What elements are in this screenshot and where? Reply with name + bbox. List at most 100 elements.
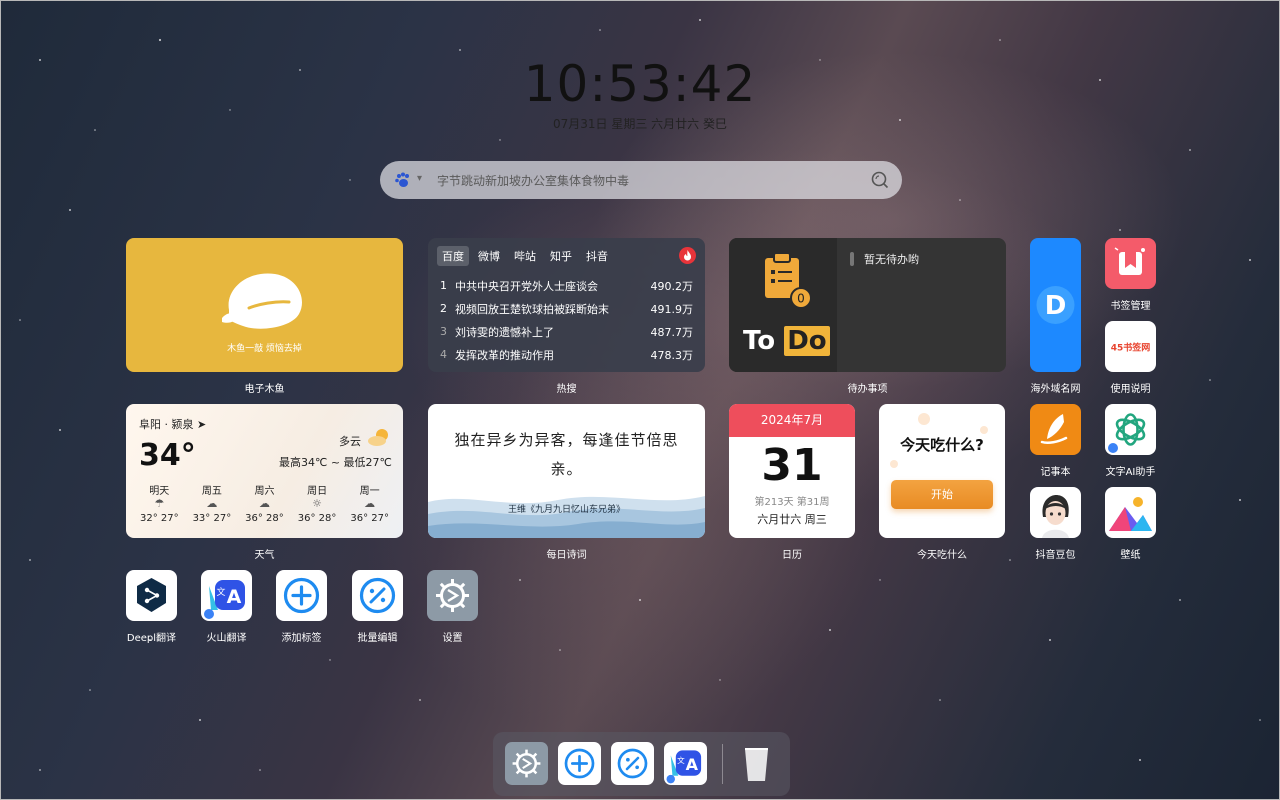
forecast-temps: 36° 28° <box>245 513 284 524</box>
todo-logo: To Do <box>743 326 830 356</box>
hot-item[interactable]: 2 视频回放王楚钦球拍被踩断始末 491.9万 <box>440 297 693 320</box>
tab-weibo[interactable]: 微博 <box>473 246 505 266</box>
hot-title: 中共中央召开党外人士座谈会 <box>455 279 598 293</box>
todo-empty-text: 暂无待办哟 <box>864 253 919 266</box>
todo-label: 待办事项 <box>847 384 888 395</box>
plus-circle-icon <box>283 577 320 614</box>
hot-rank: 2 <box>440 302 447 315</box>
wallpaper-icon <box>1109 497 1152 531</box>
hot-title: 发挥改革的推动作用 <box>455 348 554 362</box>
hot-item[interactable]: 3 刘诗雯的遗憾补上了 487.7万 <box>440 320 693 343</box>
app-label: 书签管理 <box>1110 301 1151 312</box>
app-label: 海外域名网 <box>1030 384 1081 395</box>
tab-baidu[interactable]: 百度 <box>437 246 469 266</box>
forecast-temps: 36° 27° <box>350 513 389 524</box>
search-input[interactable] <box>435 169 859 193</box>
app-label: 添加标签 <box>281 633 322 644</box>
app-doubao[interactable] <box>1030 487 1081 538</box>
weather-label: 天气 <box>254 550 275 561</box>
hot-count: 478.3万 <box>650 348 694 362</box>
calendar-label: 日历 <box>782 550 802 561</box>
calendar-lunar: 六月廿六 周三 <box>757 513 827 526</box>
app-wallpaper[interactable] <box>1105 487 1156 538</box>
doubao-avatar-icon <box>1042 495 1069 538</box>
eat-label: 今天吃什么 <box>917 550 967 561</box>
app-label: 批量编辑 <box>357 633 398 644</box>
tab-douyin[interactable]: 抖音 <box>581 246 613 266</box>
forecast-day: 周一 ☁ 36° 27° <box>343 482 396 524</box>
partly-cloudy-icon: ☁ <box>364 497 376 510</box>
forecast-day-name: 周六 <box>254 486 275 497</box>
forecast-day-name: 周一 <box>359 486 380 497</box>
clock-time: 10:53:42 <box>523 55 757 113</box>
app-add[interactable] <box>276 570 327 621</box>
hot-count: 490.2万 <box>650 279 694 293</box>
dock-batch[interactable] <box>611 742 654 785</box>
poem-author: 王维《九月九日忆山东兄弟》 <box>507 505 625 515</box>
domain-logo-icon: D <box>1036 286 1075 324</box>
app-settings[interactable] <box>427 570 478 621</box>
domain-letter: D <box>1045 291 1067 321</box>
poem-label: 每日诗词 <box>546 550 587 561</box>
app-label: 文字AI助手 <box>1105 467 1156 478</box>
tab-bilibili[interactable]: 哔站 <box>509 246 541 266</box>
eat-widget: 今天吃什么? 开始 <box>879 404 1005 538</box>
search-icon[interactable] <box>870 170 890 190</box>
dock-trash[interactable] <box>735 742 778 785</box>
partly-cloudy-icon: ☁ <box>206 497 218 510</box>
baidu-paw-icon[interactable] <box>394 171 412 189</box>
dock-settings[interactable] <box>505 742 548 785</box>
app-label: 记事本 <box>1040 467 1071 478</box>
poem-text: 独在异乡为异客，每逢佳节倍思亲。 <box>454 431 679 478</box>
chevron-down-icon[interactable]: ▾ <box>417 173 422 184</box>
svg-text:文: 文 <box>677 755 685 765</box>
hot-title: 视频回放王楚钦球拍被踩断始末 <box>455 302 609 316</box>
app-notepad[interactable] <box>1030 404 1081 455</box>
plus-circle-icon <box>564 748 595 779</box>
app-volc[interactable]: A 文 <box>201 570 252 621</box>
todo-widget[interactable]: 0 To Do 暂无待办哟 <box>729 238 1006 372</box>
app-chatgpt[interactable] <box>1105 404 1156 455</box>
app-bookmark[interactable] <box>1105 238 1156 289</box>
dock-add[interactable] <box>558 742 601 785</box>
partly-cloudy-icon: ☁ <box>258 497 270 510</box>
search-bar[interactable]: ▾ <box>380 161 902 199</box>
app-label: 抖音豆包 <box>1035 550 1076 561</box>
start-button[interactable]: 开始 <box>891 480 993 509</box>
batch-edit-icon <box>359 577 396 614</box>
openai-icon <box>1108 413 1146 453</box>
batch-edit-icon <box>617 748 648 779</box>
todo-logo-to: To <box>743 326 776 356</box>
forecast-day: 周日 ☼ 36° 28° <box>291 482 344 524</box>
calendar-info: 第213天 第31周 <box>754 497 830 508</box>
app-domain[interactable]: D <box>1030 238 1081 372</box>
hot-search-widget: 百度 微博 哔站 知乎 抖音 1 中共中央召开党外人士座谈会 490.2万 2 视频回… <box>428 238 705 372</box>
fire-icon <box>679 247 696 264</box>
dock: A 文 <box>493 732 790 796</box>
guide-logo-icon: 45书签网 <box>1109 340 1152 354</box>
hot-item[interactable]: 1 中共中央召开党外人士座谈会 490.2万 <box>440 274 693 297</box>
weather-widget[interactable]: 阜阳 · 颍泉 ➤ 34° 多云 最高34℃ ~ 最低27℃ 明天 ☂ 32° 27… <box>126 404 403 538</box>
location-arrow-icon: ➤ <box>197 418 207 431</box>
tab-zhihu[interactable]: 知乎 <box>545 246 577 266</box>
app-label: Deepl翻译 <box>126 633 177 644</box>
forecast-day: 明天 ☂ 32° 27° <box>133 482 186 524</box>
calendar-day: 31 <box>761 440 823 491</box>
bookmark-icon <box>1114 247 1145 275</box>
eat-question: 今天吃什么? <box>900 436 984 454</box>
poem-widget[interactable]: 独在异乡为异客，每逢佳节倍思亲。 王维《九月九日忆山东兄弟》 <box>428 404 705 538</box>
muyu-widget[interactable]: 木鱼一敲 烦恼去掉 <box>126 238 403 372</box>
hot-count: 491.9万 <box>650 302 694 316</box>
calendar-widget[interactable]: 2024年7月 31 第213天 第31周 六月廿六 周三 <box>729 404 855 538</box>
forecast-day: 周六 ☁ 36° 28° <box>238 482 291 524</box>
dock-volc[interactable]: A 文 <box>664 742 707 785</box>
partly-cloudy-icon <box>368 429 388 446</box>
hot-item[interactable]: 4 发挥改革的推动作用 478.3万 <box>440 343 693 366</box>
weather-city: 阜阳 · 颍泉 ➤ <box>139 416 206 432</box>
clipboard-icon: 0 <box>765 252 812 309</box>
app-batch[interactable] <box>352 570 403 621</box>
hot-rank: 1 <box>440 279 447 292</box>
wooden-fish-icon <box>222 273 302 329</box>
app-guide[interactable]: 45书签网 <box>1105 321 1156 372</box>
app-deepl[interactable] <box>126 570 177 621</box>
